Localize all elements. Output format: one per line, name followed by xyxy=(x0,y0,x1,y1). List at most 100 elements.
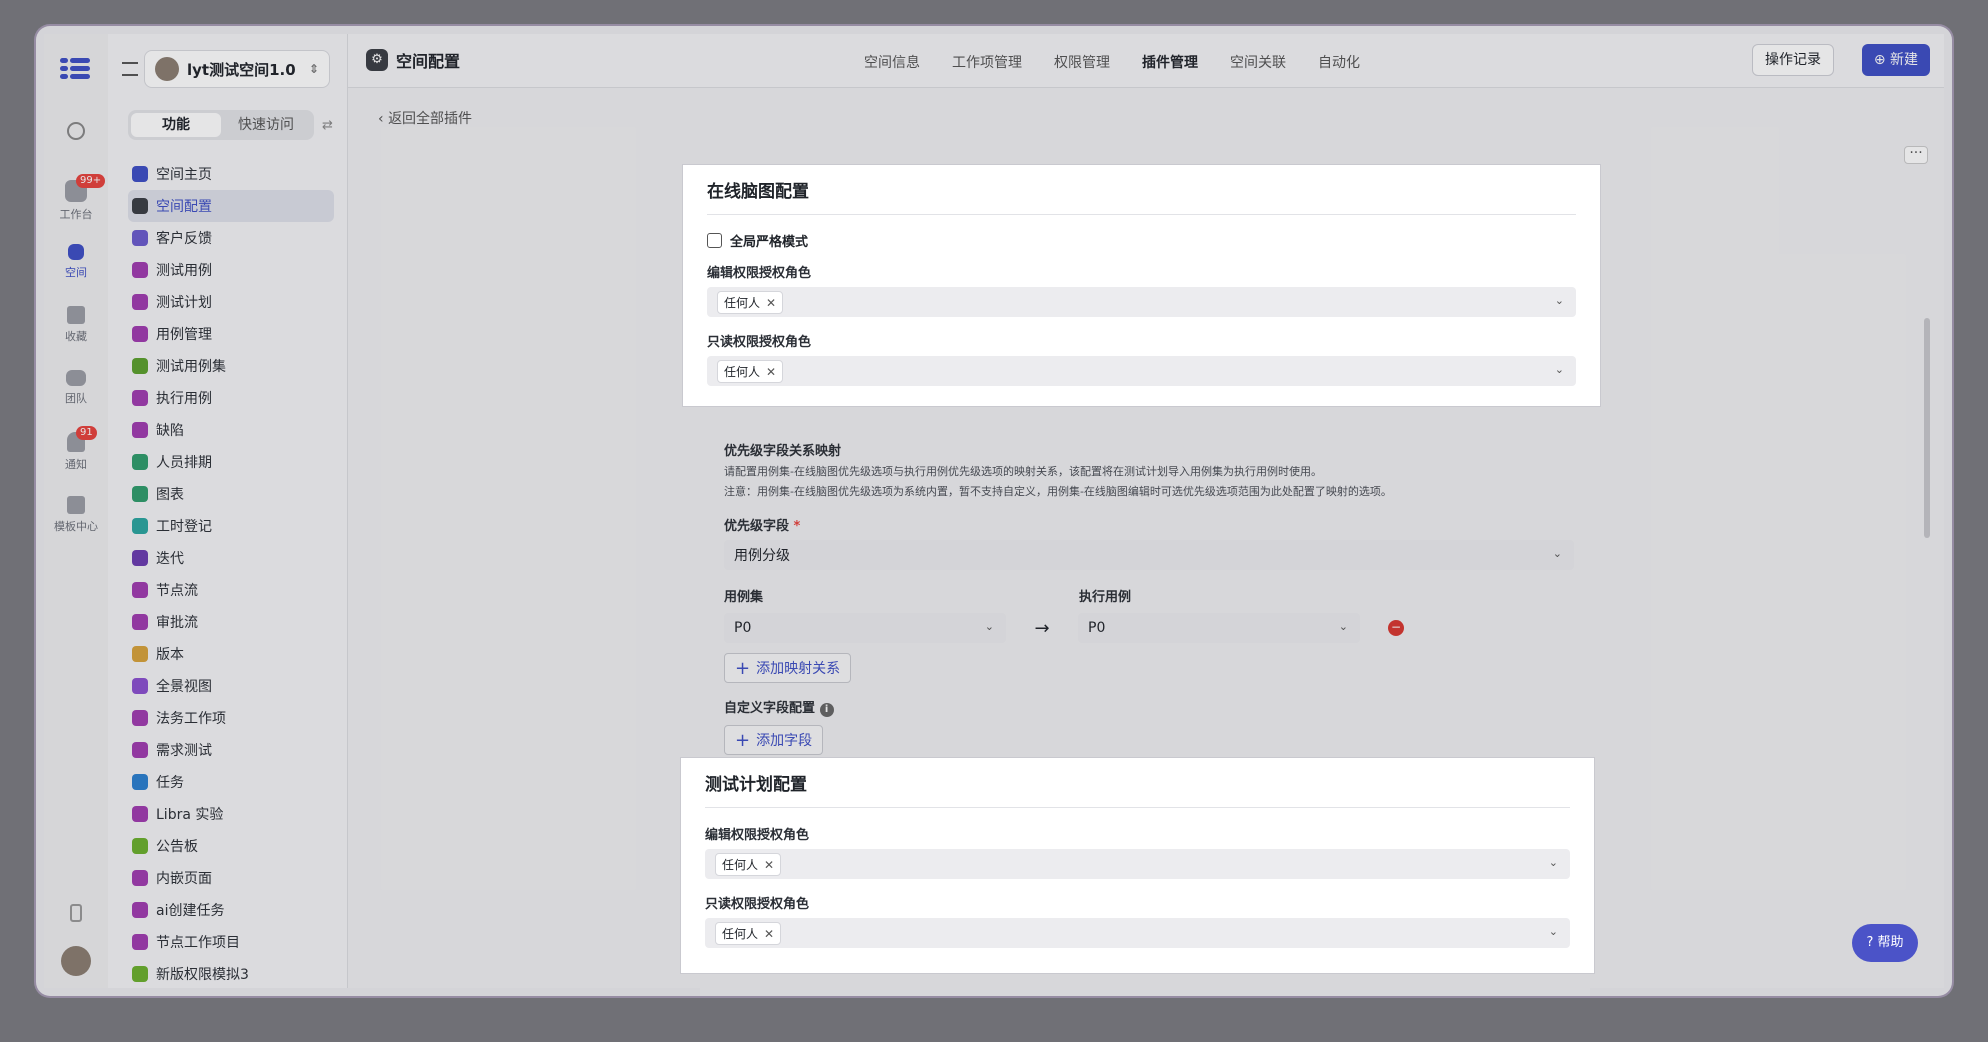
tab-workitem-management[interactable]: 工作项管理 xyxy=(952,52,1022,72)
custom-field-title: 自定义字段配置 i xyxy=(724,697,1574,717)
arrow-right-icon: → xyxy=(1034,617,1050,639)
sidebar-item[interactable]: 空间配置 xyxy=(128,190,334,222)
chevron-down-icon: ⌄ xyxy=(1548,856,1558,869)
new-button[interactable]: ⊕ 新建 xyxy=(1861,44,1930,76)
rail-team[interactable]: 团队 xyxy=(44,370,108,406)
back-link[interactable]: ‹ 返回全部插件 xyxy=(378,108,472,128)
role-tag-text: 任何人 xyxy=(724,295,761,310)
sidebar-item[interactable]: 内嵌页面 xyxy=(128,862,334,894)
tab-plugin-management[interactable]: 插件管理 xyxy=(1142,52,1198,72)
tab-space-info[interactable]: 空间信息 xyxy=(864,52,920,72)
edit-role-select[interactable]: 任何人 ✕ ⌄ xyxy=(707,287,1576,317)
tab-quick-access[interactable]: 快速访问 xyxy=(221,113,311,137)
close-icon[interactable]: ✕ xyxy=(764,858,774,872)
operation-log-button[interactable]: 操作记录 xyxy=(1752,44,1834,76)
sidebar-item-label: 工时登记 xyxy=(156,519,212,535)
sidebar-item-label: 节点工作项目 xyxy=(156,935,240,951)
tab-automation[interactable]: 自动化 xyxy=(1318,52,1360,72)
sidebar-item-label: Libra 实验 xyxy=(156,807,224,823)
read-role-select[interactable]: 任何人 ✕ ⌄ xyxy=(705,918,1570,948)
sidebar-item[interactable]: 新版权限模拟3 xyxy=(128,958,334,990)
edit-role-select[interactable]: 任何人 ✕ ⌄ xyxy=(705,849,1570,879)
sidebar-item[interactable]: 工时登记 xyxy=(128,510,334,542)
chevron-down-icon: ⌄ xyxy=(984,620,994,633)
sidebar-item[interactable]: 法务工作项 xyxy=(128,702,334,734)
sidebar-item-label: 人员排期 xyxy=(156,455,212,471)
app-logo-icon[interactable] xyxy=(60,58,90,80)
help-button[interactable]: ? 帮助 xyxy=(1852,924,1918,962)
sidebar-item[interactable]: 迭代 xyxy=(128,542,334,574)
question-icon: ? xyxy=(1866,935,1878,950)
sidebar-item[interactable]: 用例管理 xyxy=(128,318,334,350)
scrollbar[interactable] xyxy=(1924,318,1930,538)
rail-notifications[interactable]: 通知 91 xyxy=(44,426,108,472)
space-avatar xyxy=(155,57,179,81)
sidebar-item[interactable]: ai创建任务 xyxy=(128,894,334,926)
case-set-label: 用例集 xyxy=(724,590,764,605)
case-set-priority-value: P0 xyxy=(734,620,752,636)
rail-favorites[interactable]: 收藏 xyxy=(44,306,108,344)
rail-templates[interactable]: 模板中心 xyxy=(44,496,108,534)
sidebar-item-icon xyxy=(132,294,148,310)
sidebar-item[interactable]: 公告板 xyxy=(128,830,334,862)
more-icon[interactable]: ··· xyxy=(1904,146,1928,164)
sidebar-item[interactable]: 图表 xyxy=(128,478,334,510)
sidebar-item-icon xyxy=(132,710,148,726)
sidebar-item[interactable]: 需求测试 xyxy=(128,734,334,766)
page-title: ⚙ 空间配置 xyxy=(366,48,460,72)
tab-features[interactable]: 功能 xyxy=(131,113,221,137)
sidebar-nav: 空间主页 空间配置 客户反馈 测试用例 测试计划 用例管理 测试用例集 执行用例 缺陷人员排期图… xyxy=(128,158,334,990)
remove-mapping-icon[interactable]: − xyxy=(1388,620,1404,636)
chevron-down-icon: ⌄ xyxy=(1548,925,1558,938)
strict-mode-label: 全局严格模式 xyxy=(730,235,809,250)
case-set-priority-select[interactable]: P0 ⌄ xyxy=(724,613,1006,643)
collapse-sidebar-icon[interactable] xyxy=(122,62,138,76)
rail-workbench[interactable]: 工作台 99+ xyxy=(44,174,108,222)
rail-label: 工作台 xyxy=(59,208,93,221)
info-icon[interactable]: i xyxy=(819,703,834,717)
switch-icon[interactable]: ⇄ xyxy=(322,118,333,133)
sidebar-item[interactable]: 空间主页 xyxy=(128,158,334,190)
rail-label: 空间 xyxy=(65,266,87,279)
read-role-select[interactable]: 任何人 ✕ ⌄ xyxy=(707,356,1576,386)
sidebar-item[interactable]: 执行用例 xyxy=(128,382,334,414)
sidebar-item[interactable]: 缺陷 xyxy=(128,414,334,446)
read-role-label: 只读权限授权角色 xyxy=(707,335,812,350)
sidebar-item-label: 图表 xyxy=(156,487,184,503)
rail-space[interactable]: 空间 xyxy=(44,244,108,280)
top-header: ⚙ 空间配置 空间信息 工作项管理 权限管理 插件管理 空间关联 自动化 操作记… xyxy=(348,34,1944,88)
chevron-down-icon: ⌄ xyxy=(1338,620,1348,633)
help-button-label: 帮助 xyxy=(1877,935,1904,950)
tab-space-association[interactable]: 空间关联 xyxy=(1230,52,1286,72)
space-selector[interactable]: lyt测试空间1.0 ⇕ xyxy=(144,50,330,88)
sidebar-item[interactable]: 任务 xyxy=(128,766,334,798)
close-icon[interactable]: ✕ xyxy=(766,365,776,379)
user-avatar[interactable] xyxy=(44,946,108,979)
sidebar-item[interactable]: 版本 xyxy=(128,638,334,670)
strict-mode-checkbox[interactable] xyxy=(707,233,722,248)
sidebar-item[interactable]: 测试用例集 xyxy=(128,350,334,382)
page-title-text: 空间配置 xyxy=(396,52,461,71)
add-field-button[interactable]: + 添加字段 xyxy=(724,725,824,755)
sidebar-item[interactable]: 审批流 xyxy=(128,606,334,638)
close-icon[interactable]: ✕ xyxy=(764,927,774,941)
sidebar-item[interactable]: 测试计划 xyxy=(128,286,334,318)
notification-badge: 99+ xyxy=(76,174,106,188)
mobile-icon[interactable] xyxy=(44,904,108,925)
sidebar-item[interactable]: 客户反馈 xyxy=(128,222,334,254)
chevron-down-icon: ⌄ xyxy=(1554,294,1564,307)
search-icon[interactable] xyxy=(44,122,108,143)
add-mapping-button[interactable]: + 添加映射关系 xyxy=(724,653,852,683)
sidebar-item-label: 新版权限模拟3 xyxy=(156,967,249,983)
sidebar-item[interactable]: 节点流 xyxy=(128,574,334,606)
priority-field-select[interactable]: 用例分级 ⌄ xyxy=(724,540,1574,570)
role-tag: 任何人 ✕ xyxy=(715,852,782,876)
close-icon[interactable]: ✕ xyxy=(766,296,776,310)
sidebar-item[interactable]: 全景视图 xyxy=(128,670,334,702)
sidebar-item[interactable]: 节点工作项目 xyxy=(128,926,334,958)
sidebar-item[interactable]: Libra 实验 xyxy=(128,798,334,830)
sidebar-item[interactable]: 人员排期 xyxy=(128,446,334,478)
exec-case-priority-select[interactable]: P0 ⌄ xyxy=(1078,613,1360,643)
sidebar-item[interactable]: 测试用例 xyxy=(128,254,334,286)
tab-permission-management[interactable]: 权限管理 xyxy=(1054,52,1110,72)
